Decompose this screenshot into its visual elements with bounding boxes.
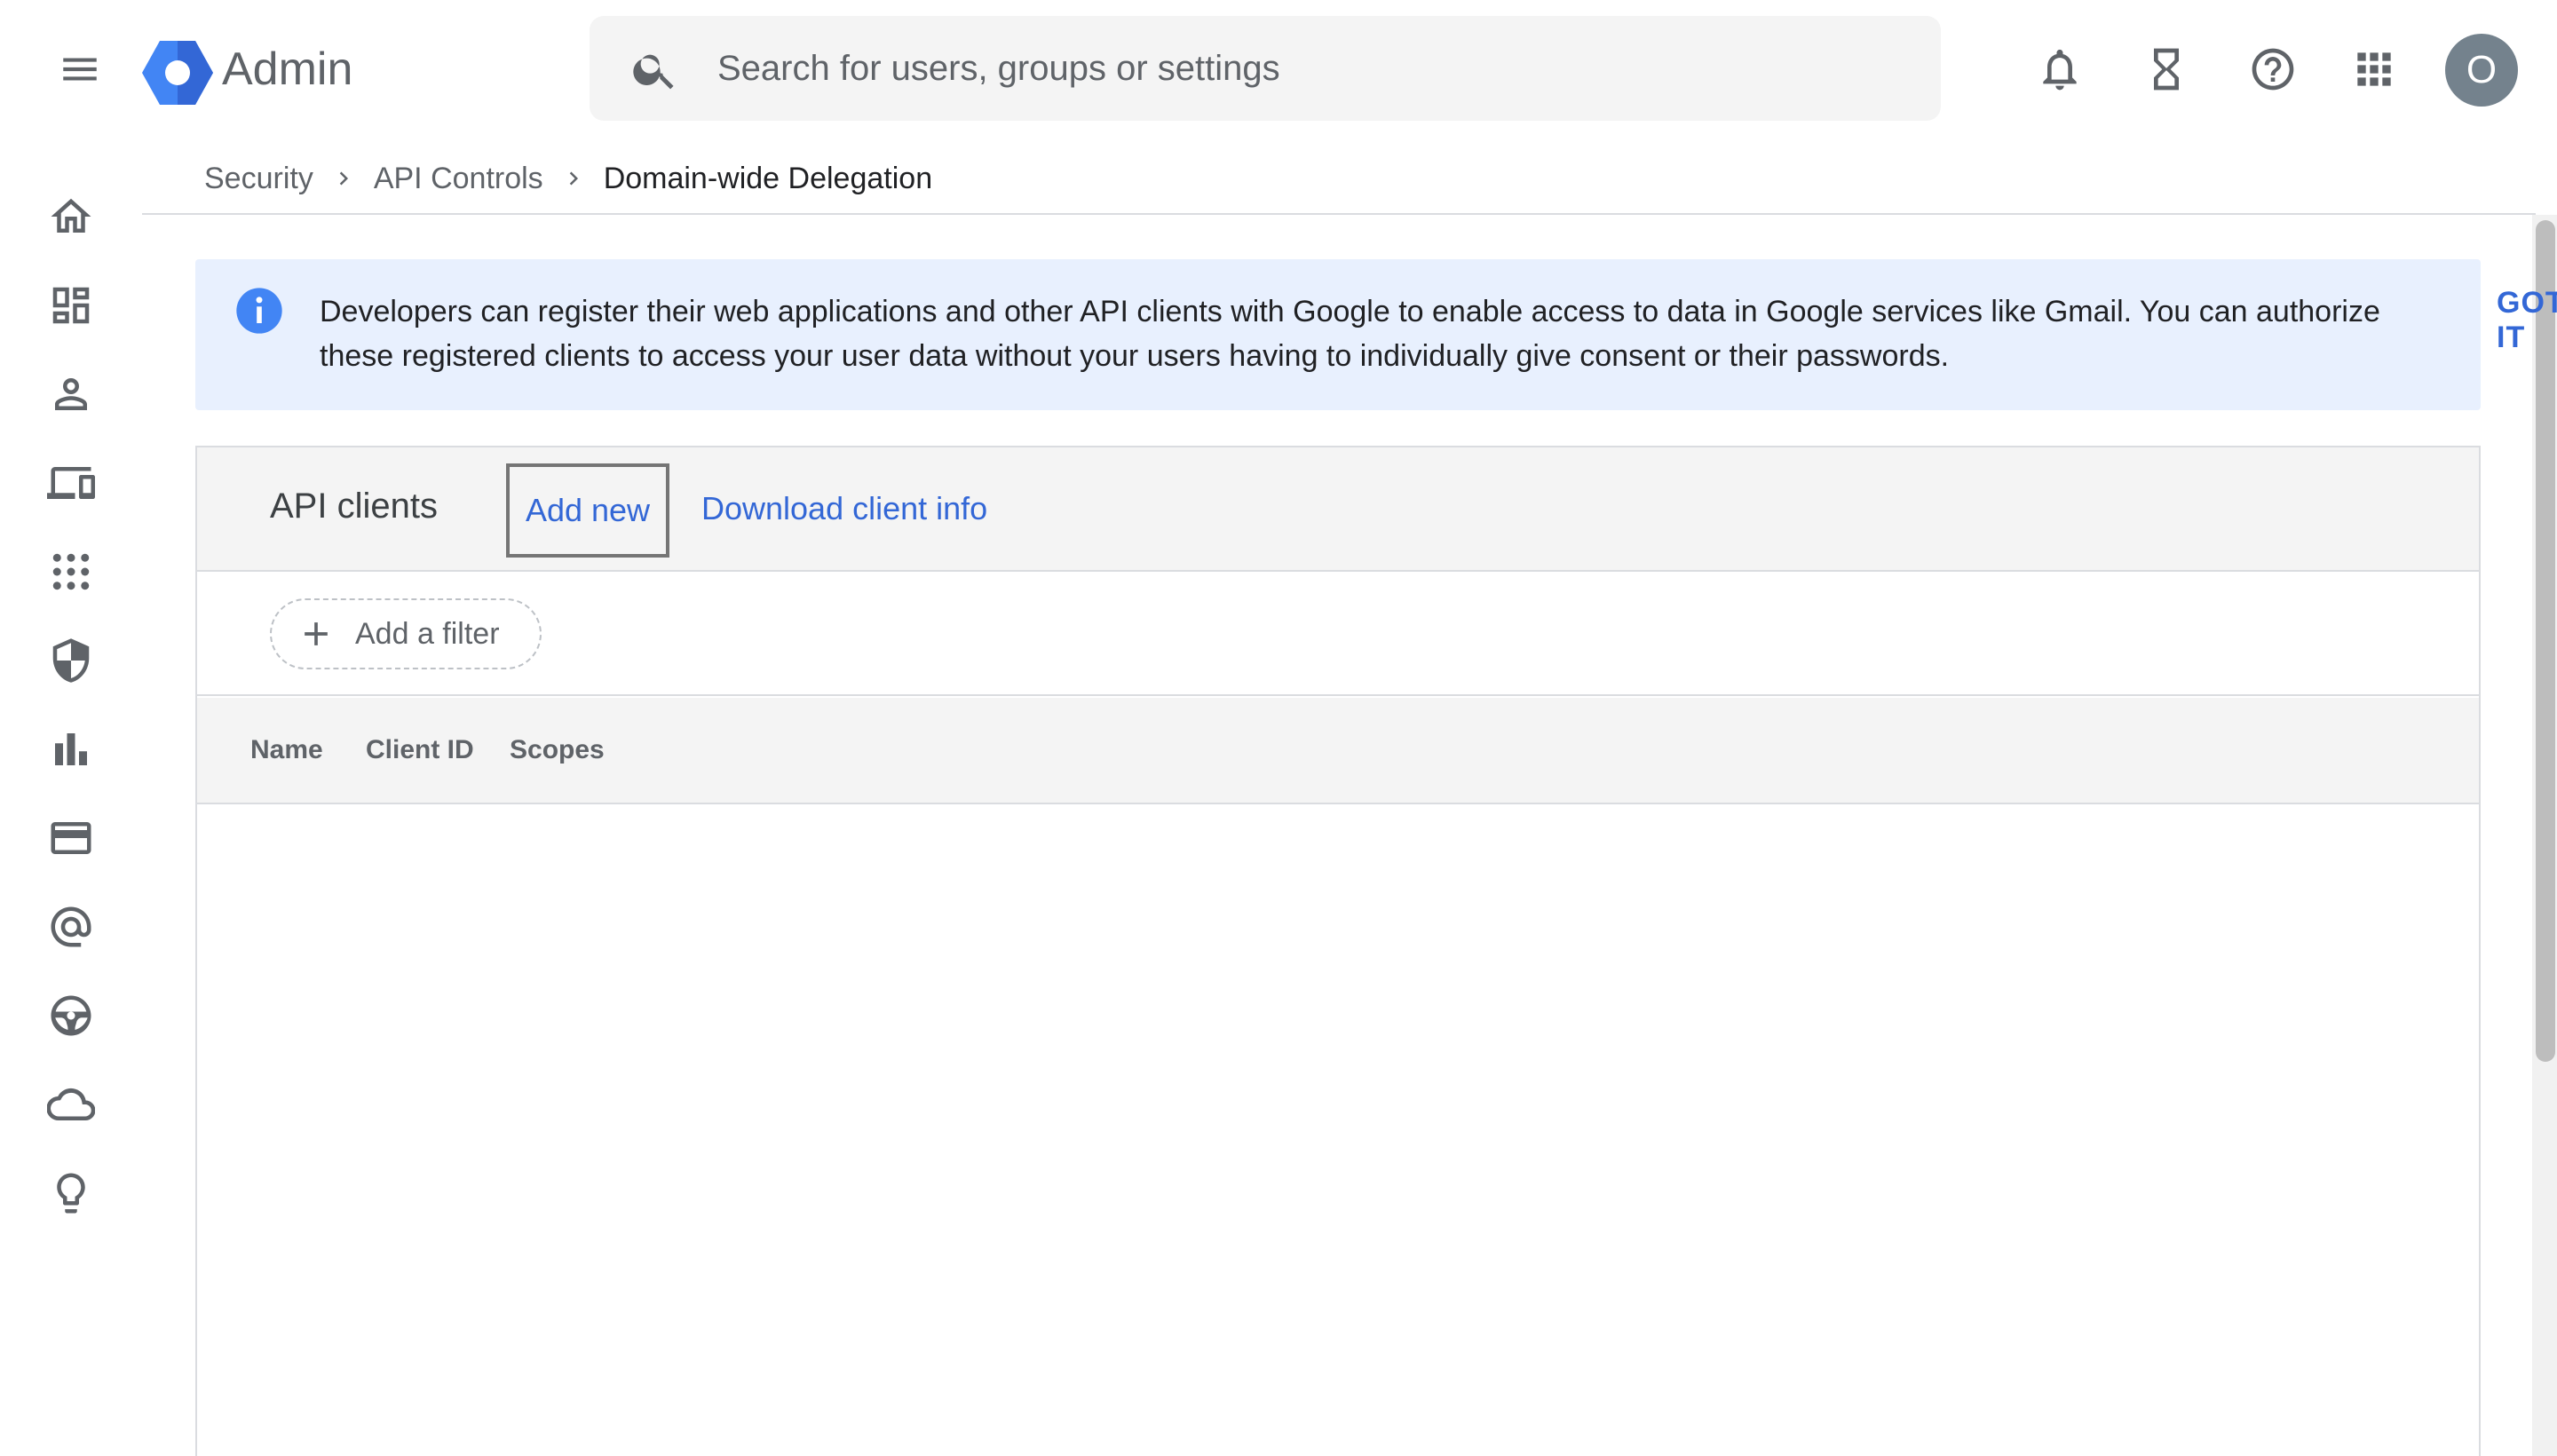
rail-account[interactable] [36, 891, 107, 962]
main-menu-button[interactable] [46, 36, 114, 103]
got-it-button[interactable]: GOT IT [2497, 286, 2557, 355]
table-header: Name Client ID Scopes [197, 698, 2479, 804]
header-divider [142, 213, 2536, 215]
search-input[interactable] [717, 16, 1907, 121]
rail-insights[interactable] [36, 1158, 107, 1229]
rail-billing[interactable] [36, 803, 107, 874]
info-icon [236, 288, 282, 334]
rail-apps[interactable] [36, 536, 107, 607]
admin-logo[interactable] [142, 39, 213, 107]
add-filter-label: Add a filter [355, 616, 500, 651]
rail-security[interactable] [36, 625, 107, 696]
reporting-icon [55, 733, 87, 765]
plus-icon [305, 622, 328, 645]
google-apps-button[interactable] [2340, 36, 2408, 103]
apps-icon [2357, 52, 2391, 86]
api-clients-title: API clients [270, 487, 438, 526]
rules-icon [51, 995, 91, 1036]
rail-reporting[interactable] [36, 714, 107, 785]
help-icon [2252, 48, 2294, 91]
breadcrumb-api-controls[interactable]: API Controls [374, 162, 543, 196]
chevron-right-icon [322, 161, 365, 196]
api-clients-panel: API clients Add new Download client info… [195, 446, 2481, 1456]
chevron-right-icon [552, 161, 595, 196]
add-new-button[interactable]: Add new [506, 463, 669, 558]
column-header-name[interactable]: Name [250, 735, 323, 765]
info-banner: Developers can register their web applic… [195, 259, 2557, 410]
notifications-icon [2043, 49, 2077, 91]
notifications-button[interactable] [2026, 36, 2094, 103]
rail-home[interactable] [36, 181, 107, 252]
column-header-client-id[interactable]: Client ID [366, 735, 474, 765]
column-header-scopes[interactable]: Scopes [510, 735, 605, 765]
user-icon [55, 378, 87, 410]
rail-storage[interactable] [36, 1069, 107, 1140]
billing-icon [51, 822, 91, 854]
info-banner-text: Developers can register their web applic… [320, 295, 2380, 373]
tasks-button[interactable] [2133, 36, 2200, 103]
rail-devices[interactable] [36, 447, 107, 518]
api-clients-header: API clients Add new Download client info [197, 447, 2479, 572]
apps-icon [52, 553, 90, 590]
cloud-icon [47, 1088, 95, 1121]
rail-dashboard[interactable] [36, 270, 107, 341]
home-icon [51, 198, 91, 233]
add-filter-button[interactable]: Add a filter [270, 598, 542, 669]
search-bar[interactable] [590, 16, 1941, 121]
help-button[interactable] [2239, 36, 2307, 103]
security-icon [52, 638, 90, 683]
filter-bar: Add a filter [197, 572, 2479, 696]
breadcrumb-current-page: Domain-wide Delegation [603, 161, 933, 195]
lightbulb-icon [57, 1173, 85, 1214]
search-icon[interactable] [630, 44, 680, 94]
download-client-info-link[interactable]: Download client info [701, 490, 987, 527]
rail-rules[interactable] [36, 980, 107, 1051]
breadcrumb: Security API Controls Domain-wide Delega… [204, 156, 932, 201]
menu-icon [63, 58, 97, 81]
dashboard-icon [52, 287, 90, 324]
app-name: Admin [222, 44, 353, 95]
rail-users[interactable] [36, 359, 107, 430]
devices-icon [47, 467, 95, 499]
account-icon [51, 906, 91, 947]
top-bar: Admin O [0, 0, 2557, 142]
account-avatar[interactable]: O [2445, 34, 2518, 107]
breadcrumb-security[interactable]: Security [204, 162, 313, 196]
hourglass-icon [2154, 48, 2179, 91]
